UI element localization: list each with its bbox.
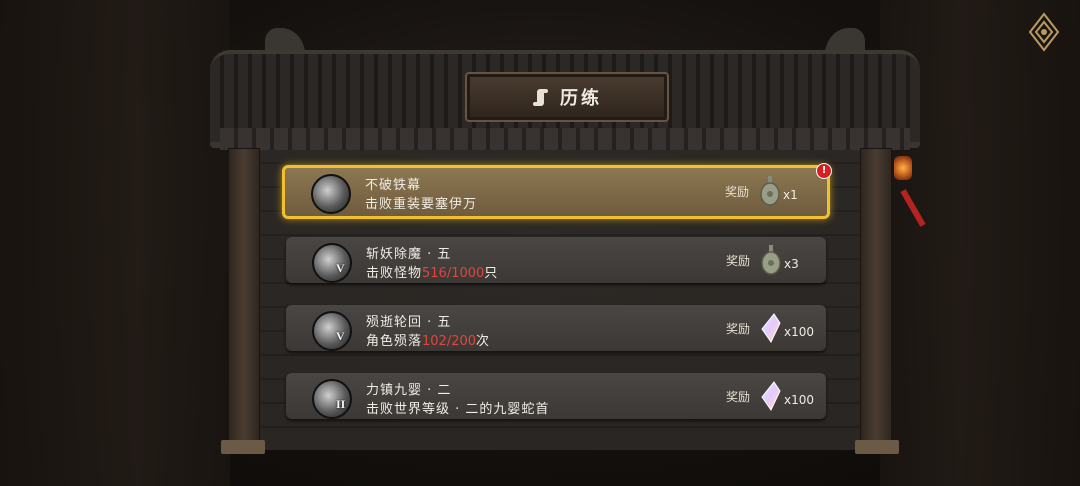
task-name: 斩妖除魔 · 五 bbox=[366, 247, 452, 262]
task-description: 击败重装要塞伊万 bbox=[365, 197, 478, 212]
reward-label: 奖励 bbox=[725, 185, 750, 199]
task-row-4[interactable]: II 力镇九婴 · 二 击败世界等级 · 二的九婴蛇首 奖励 x100 bbox=[286, 373, 826, 419]
roof-eave bbox=[220, 128, 910, 150]
rank-numeral: V bbox=[336, 329, 345, 343]
task-description: 角色殒落102/200次 bbox=[366, 330, 490, 349]
pillar-base-left bbox=[221, 440, 265, 454]
crystal-icon bbox=[761, 313, 781, 343]
description-suffix: 次 bbox=[476, 334, 491, 349]
description-suffix: 只 bbox=[484, 266, 499, 281]
task-avatar-icon bbox=[312, 379, 352, 419]
reward-label: 奖励 bbox=[726, 322, 751, 336]
progress-count: 102/200 bbox=[422, 334, 477, 349]
task-name: 力镇九婴 · 二 bbox=[366, 383, 452, 398]
pillar-left bbox=[228, 148, 260, 450]
progress-count: 516/1000 bbox=[422, 266, 485, 281]
task-avatar-icon bbox=[311, 174, 351, 214]
task-row-3[interactable]: V 殒逝轮回 · 五 角色殒落102/200次 奖励 x100 bbox=[286, 305, 826, 351]
title-plate: 历练 bbox=[465, 72, 669, 122]
task-avatar-icon bbox=[312, 243, 352, 283]
jade-token-icon bbox=[760, 176, 780, 206]
menu-emblem-icon[interactable] bbox=[1022, 12, 1062, 52]
rank-numeral: II bbox=[336, 397, 346, 411]
task-name: 不破铁幕 bbox=[365, 178, 422, 193]
reward-label: 奖励 bbox=[726, 254, 751, 268]
description-prefix: 角色殒落 bbox=[366, 334, 423, 349]
task-description: 击败世界等级 · 二的九婴蛇首 bbox=[366, 402, 550, 417]
pillar-base-right bbox=[855, 440, 899, 454]
reward-label: 奖励 bbox=[726, 390, 751, 404]
page-title: 历练 bbox=[560, 88, 602, 109]
scroll-icon bbox=[533, 89, 548, 106]
background-left bbox=[0, 0, 230, 486]
jade-token-icon bbox=[761, 245, 781, 275]
task-name: 殒逝轮回 · 五 bbox=[366, 315, 452, 330]
task-row-1[interactable]: 不破铁幕 击败重装要塞伊万 奖励 x1 ! bbox=[282, 163, 832, 219]
lantern-icon bbox=[894, 156, 912, 180]
reward-quantity: x3 bbox=[784, 257, 799, 271]
reward-quantity: x100 bbox=[784, 325, 815, 339]
task-description: 击败怪物516/1000只 bbox=[366, 262, 498, 281]
reward-quantity: x1 bbox=[783, 188, 798, 202]
description-prefix: 击败怪物 bbox=[366, 266, 423, 281]
reward-quantity: x100 bbox=[784, 393, 815, 407]
task-avatar-icon bbox=[312, 311, 352, 351]
pillar-right bbox=[860, 148, 892, 450]
rank-numeral: V bbox=[336, 261, 345, 275]
crystal-icon bbox=[761, 381, 781, 411]
task-row-2[interactable]: V 斩妖除魔 · 五 击败怪物516/1000只 奖励 x3 bbox=[286, 237, 826, 283]
alert-badge: ! bbox=[816, 163, 832, 179]
